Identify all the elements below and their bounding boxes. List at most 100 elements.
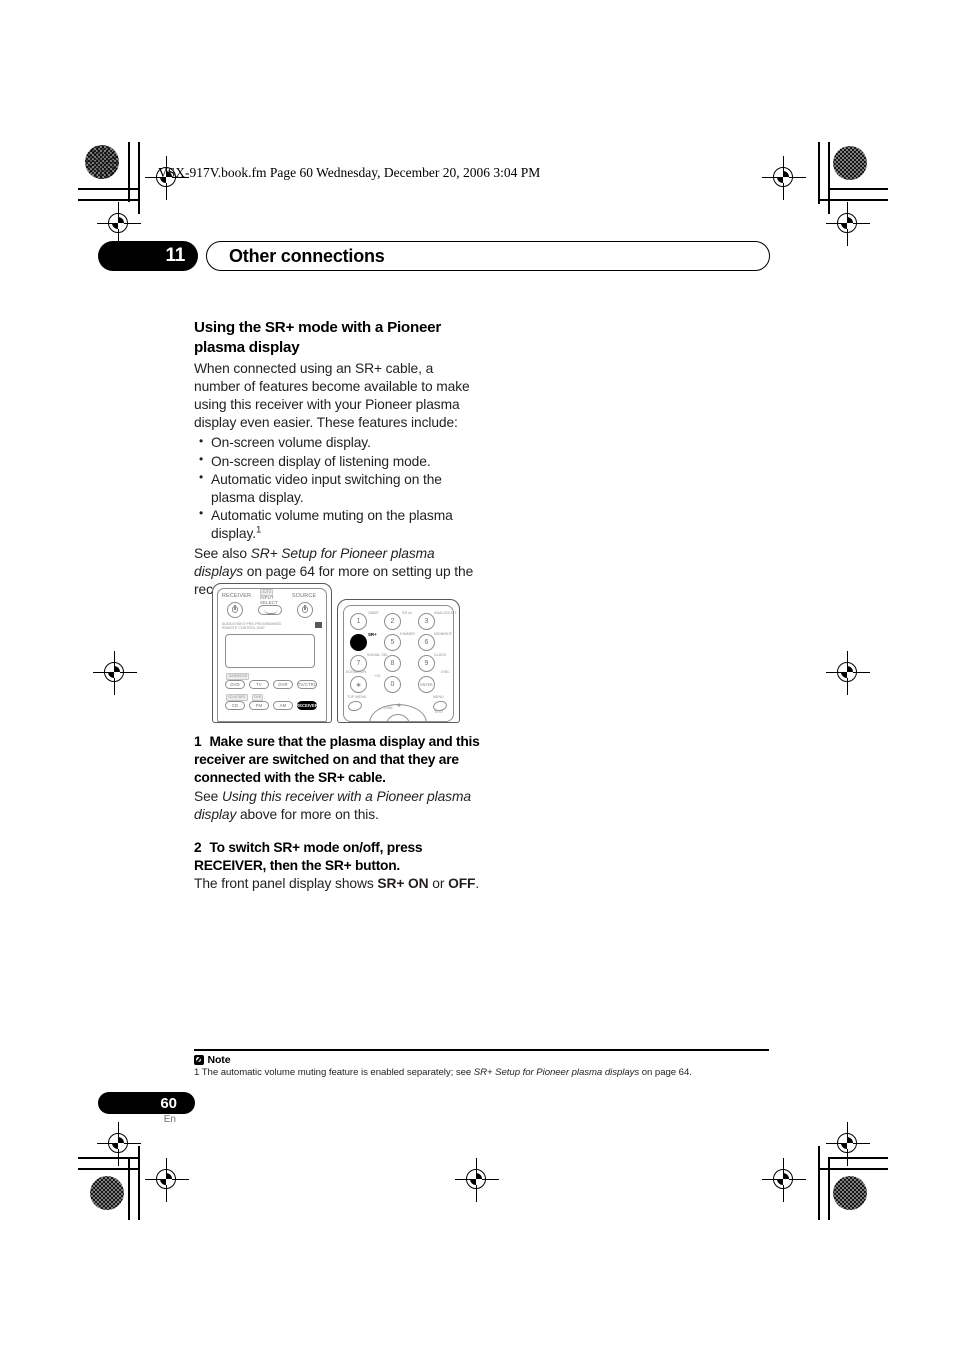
registration-target (93, 651, 137, 695)
section-heading-line1: Using the SR+ mode with a Pioneer (194, 319, 442, 336)
crop-line (818, 142, 820, 204)
remote-caption-line2: REMOTE CONTROL UNIT (222, 626, 266, 630)
step-2-body: The front panel display shows SR+ ON or … (194, 875, 482, 893)
page-number-badge: 60 (98, 1092, 195, 1114)
source-row2-tag1: CD-R/TAPE (226, 694, 248, 701)
remote-control-figure: RECEIVER SOURCE AUTO INPUT SELECT AUDIO/… (206, 583, 466, 723)
source-button-dvr[interactable]: DVR (273, 680, 293, 689)
registration-target (145, 1158, 189, 1202)
halftone-circle-bottom-right (833, 1176, 867, 1210)
key-sublabel-midnight: MIDNIGHT (434, 632, 453, 636)
source-button-dvd[interactable]: DVD (225, 680, 245, 689)
step-2-number: 2 (194, 839, 202, 855)
halftone-circle-top-left (85, 145, 119, 179)
key-4-srplus-highlighted[interactable]: 4 (350, 634, 367, 651)
tune-up-icon: ✚ (397, 703, 402, 709)
crop-line (78, 188, 138, 190)
step-1-body-prefix: See (194, 788, 222, 804)
crop-line (128, 142, 130, 202)
section-heading: Using the SR+ mode with a Pioneer plasma… (194, 318, 482, 357)
source-button-tvctrl[interactable]: TV/CTRL (297, 680, 317, 689)
crop-line (818, 199, 888, 201)
key-3[interactable]: 3 (418, 613, 435, 630)
tune-label: TUNE (383, 706, 393, 710)
crop-line (818, 1168, 888, 1170)
remote-lcd-display (225, 634, 315, 668)
step-spacer (194, 824, 482, 839)
step-2-heading: 2 To switch SR+ mode on/off, press RECEIV… (194, 839, 482, 875)
nav-left-button[interactable] (371, 722, 380, 723)
feature-text: On-screen display of listening mode. (211, 453, 431, 469)
key-star[interactable]: ∗ (350, 676, 367, 693)
step-2-value-on: SR+ ON (377, 876, 429, 892)
page-language-label: En (163, 1114, 176, 1125)
key-sublabel-1080p: 1080P (368, 611, 379, 615)
list-item: Automatic volume muting on the plasma di… (194, 506, 482, 543)
step-1-number: 1 (194, 734, 202, 749)
remote-left-body: RECEIVER SOURCE AUTO INPUT SELECT AUDIO/… (212, 583, 332, 723)
registration-target (97, 202, 141, 246)
list-item: On-screen volume display. (194, 434, 482, 452)
key-0[interactable]: 0 (384, 676, 401, 693)
list-item: Automatic video input switching on the p… (194, 470, 482, 507)
key-2[interactable]: 2 (384, 613, 401, 630)
input-select-button[interactable] (258, 605, 282, 615)
see-also-prefix: See also (194, 545, 251, 561)
step-1-body-suffix: above for more on this. (236, 806, 379, 822)
source-row2-tag2: DVR (252, 694, 264, 701)
source-button-fm[interactable]: FM (249, 701, 269, 710)
section-intro-paragraph: When connected using an SR+ cable, a num… (194, 361, 470, 431)
chapter-bar: 11 Other connections (98, 241, 770, 271)
step-1-heading-text: Make sure that the plasma display and th… (194, 734, 480, 786)
nav-right-button[interactable] (416, 722, 425, 723)
crop-line (818, 1146, 820, 1220)
section-heading-line2: plasma display (194, 338, 300, 356)
step-2-heading-text: To switch SR+ mode on/off, press RECEIVE… (194, 839, 423, 873)
key-sublabel-disc: DISC (441, 670, 450, 674)
input-select-arrow-icon (264, 609, 278, 614)
main-content: Using the SR+ mode with a Pioneer plasma… (194, 318, 482, 599)
source-row1-tag: TUNER/DVD (226, 673, 250, 680)
key-7[interactable]: 7 (350, 655, 367, 672)
crop-line (78, 1168, 139, 1170)
crop-line (78, 199, 139, 201)
list-item: On-screen display of listening mode. (194, 452, 482, 471)
source-button-receiver-highlighted[interactable]: RECEIVER (296, 701, 318, 710)
ir-emitter-icon (315, 622, 322, 628)
key-sublabel-signal-sel: SIGNAL SEL (367, 653, 389, 657)
crop-line (828, 188, 888, 190)
remote-right-body: 1080P SR ch ANALOG/ATT DIMMER MIDNIGHT S… (337, 599, 460, 723)
key-sublabel-dimmer: DIMMER (400, 632, 415, 636)
key-enter[interactable]: ENTER (418, 676, 435, 693)
footnote-marker: 1 (255, 524, 262, 536)
receiver-label: RECEIVER (222, 593, 252, 599)
source-button-tv[interactable]: TV (249, 680, 269, 689)
step-2-value-off: OFF (448, 876, 476, 892)
key-6[interactable]: 6 (418, 634, 435, 651)
top-menu-label: TOP MENU (347, 695, 367, 699)
source-power-button[interactable] (297, 602, 313, 618)
registration-target (826, 651, 870, 695)
key-5[interactable]: 5 (384, 634, 401, 651)
note-text-prefix: The automatic volume muting feature is e… (199, 1066, 474, 1078)
feature-text: Automatic video input switching on the p… (211, 471, 442, 505)
key-9[interactable]: 9 (418, 655, 435, 672)
feature-text: On-screen volume display. (211, 435, 371, 451)
key-sublabel-analog-att: ANALOG/ATT (434, 611, 457, 615)
note-section: Note 1 The automatic volume muting featu… (194, 1049, 769, 1079)
srplus-key-label: SR+ (368, 632, 377, 637)
key-sublabel-class: CLASS (434, 653, 447, 657)
halftone-circle-top-right (833, 146, 867, 180)
chapter-title: Other connections (206, 241, 770, 271)
print-header-filename: VSX-917V.book.fm Page 60 Wednesday, Dece… (158, 165, 541, 180)
note-divider (194, 1049, 769, 1051)
note-reference: SR+ Setup for Pioneer plasma displays (473, 1066, 640, 1078)
note-header: Note (194, 1054, 769, 1066)
key-1[interactable]: 1 (350, 613, 367, 630)
key-8[interactable]: 8 (384, 655, 401, 672)
source-button-am[interactable]: AM (273, 701, 293, 710)
note-icon (194, 1054, 204, 1065)
receiver-power-button[interactable] (227, 602, 243, 618)
feature-list: On-screen volume display. On-screen disp… (194, 434, 482, 542)
source-button-cd[interactable]: CD (225, 701, 245, 710)
